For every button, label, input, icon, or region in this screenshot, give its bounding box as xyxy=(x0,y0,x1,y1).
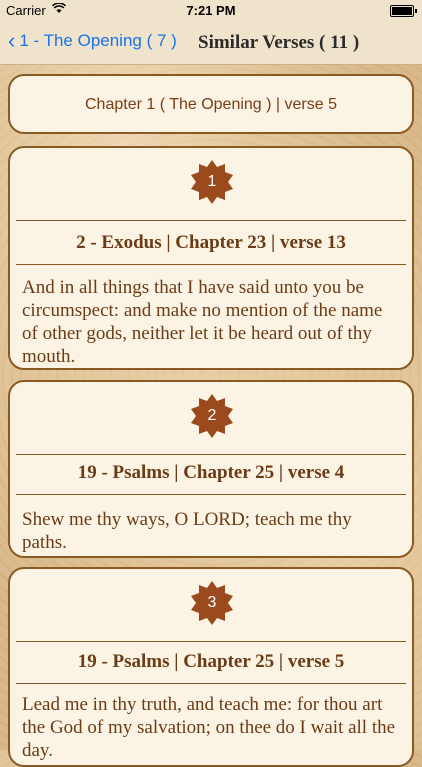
verse-number-badge: 2 xyxy=(190,394,234,438)
navigation-bar: ‹ 1 - The Opening ( 7 ) Similar Verses (… xyxy=(0,20,422,65)
verse-text: And in all things that I have said unto … xyxy=(22,277,383,367)
divider xyxy=(16,454,406,455)
battery-icon xyxy=(390,5,417,17)
divider xyxy=(16,683,406,684)
divider xyxy=(16,494,406,495)
verse-reference: 19 - Psalms | Chapter 25 | verse 5 xyxy=(77,651,345,672)
verse-number-badge: 3 xyxy=(190,581,234,625)
divider xyxy=(16,641,406,642)
back-button[interactable]: ‹ 1 - The Opening ( 7 ) xyxy=(8,28,177,53)
verse-reference: 2 - Exodus | Chapter 23 | verse 13 xyxy=(76,232,346,253)
verse-card[interactable]: 2 19 - Psalms | Chapter 25 | verse 4 She… xyxy=(8,380,414,558)
clock: 7:21 PM xyxy=(186,3,236,18)
verse-number: 2 xyxy=(207,407,217,424)
status-bar: Carrier 7:21 PM xyxy=(0,0,422,20)
divider xyxy=(16,264,406,265)
verse-text: Lead me in thy truth, and teach me: for … xyxy=(22,694,396,761)
verse-card[interactable]: 1 2 - Exodus | Chapter 23 | verse 13 And… xyxy=(8,146,414,370)
verse-text: Shew me thy ways, O LORD; teach me thy p… xyxy=(22,509,352,553)
chevron-left-icon: ‹ xyxy=(8,28,16,53)
verse-number-badge: 1 xyxy=(190,160,234,204)
verse-number: 3 xyxy=(207,594,217,611)
back-label: 1 - The Opening ( 7 ) xyxy=(19,31,177,50)
verse-card[interactable]: 3 19 - Psalms | Chapter 25 | verse 5 Lea… xyxy=(8,567,414,767)
verse-number: 1 xyxy=(207,173,217,190)
chapter-label: Chapter 1 ( The Opening ) | verse 5 xyxy=(85,96,337,113)
verse-reference: 19 - Psalms | Chapter 25 | verse 4 xyxy=(77,462,345,483)
chapter-header-card: Chapter 1 ( The Opening ) | verse 5 xyxy=(8,74,414,134)
page-title: Similar Verses ( 11 ) xyxy=(198,32,360,53)
divider xyxy=(16,220,406,221)
